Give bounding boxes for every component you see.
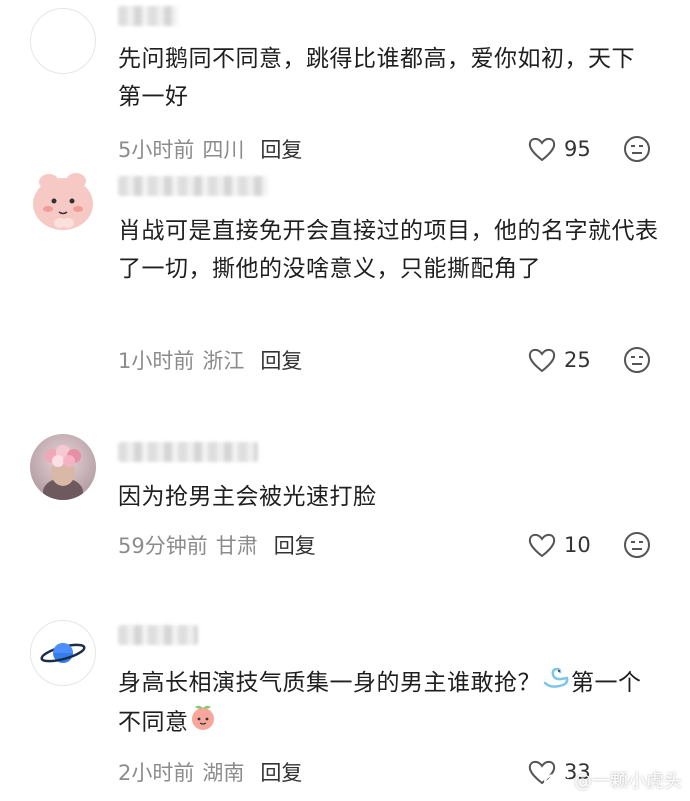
comment-meta: 1小时前 浙江 回复 <box>118 345 302 375</box>
comment-location: 浙江 <box>202 349 245 373</box>
watermark-text: @一颗小虎头 <box>574 771 682 792</box>
reply-button[interactable]: 回复 <box>260 345 302 375</box>
username-blurred[interactable] <box>118 176 268 196</box>
comment-meta: 2小时前 湖南 回复 <box>118 757 302 787</box>
like-button[interactable]: 25 <box>528 345 591 375</box>
pink-character-avatar-icon[interactable] <box>30 168 96 234</box>
comment-time: 2小时前 <box>118 761 195 785</box>
comment-text: 因为抢男主会被光速打脸 <box>118 484 377 510</box>
peach-emoji-icon <box>189 703 217 743</box>
planet-icon <box>40 643 86 663</box>
heart-icon <box>528 533 556 558</box>
comment-time: 5小时前 <box>118 138 195 162</box>
photo-avatar-icon[interactable] <box>30 434 96 500</box>
dislike-face-icon[interactable] <box>623 346 651 374</box>
like-button[interactable]: 95 <box>528 134 591 164</box>
comment-text: 肖战可是直接免开会直接过的项目，他的名字就代表了一切，撕他的没啥意义，只能撕配角… <box>118 218 659 282</box>
weibo-logo-icon <box>544 770 569 790</box>
comment-text-part: 身高长相演技气质集一身的男主谁敢抢？ <box>118 670 541 696</box>
heart-icon <box>528 137 556 162</box>
like-button[interactable]: 10 <box>528 530 591 560</box>
like-count: 10 <box>564 533 591 557</box>
comment-location: 甘肃 <box>215 534 258 558</box>
username-blurred[interactable] <box>118 625 198 645</box>
blank-avatar-icon[interactable] <box>30 8 96 74</box>
comment-time: 1小时前 <box>118 349 195 373</box>
photo-avatar-image <box>30 434 96 500</box>
comment-meta: 59分钟前 甘肃 回复 <box>118 530 316 560</box>
dislike-face-icon[interactable] <box>623 135 651 163</box>
planet-avatar-icon[interactable] <box>30 620 96 686</box>
comment-location: 湖南 <box>202 761 245 785</box>
username-blurred[interactable] <box>118 6 178 26</box>
swan-emoji-icon <box>541 665 571 703</box>
reply-button[interactable]: 回复 <box>274 530 316 560</box>
comment-location: 四川 <box>202 138 245 162</box>
comment-time: 59分钟前 <box>118 534 208 558</box>
reply-button[interactable]: 回复 <box>260 134 302 164</box>
username-blurred[interactable] <box>118 442 258 462</box>
comment-text: 先问鹅同不同意，跳得比谁都高，爱你如初，天下第一好 <box>118 46 635 110</box>
dislike-face-icon[interactable] <box>623 531 651 559</box>
pink-character-icon <box>30 168 96 234</box>
reply-button[interactable]: 回复 <box>260 757 302 787</box>
heart-icon <box>528 348 556 373</box>
like-count: 95 <box>564 137 591 161</box>
comment-meta: 5小时前 四川 回复 <box>118 134 302 164</box>
like-count: 25 <box>564 348 591 372</box>
comment-text: 身高长相演技气质集一身的男主谁敢抢？ 第一个不同意 <box>118 664 658 743</box>
watermark: @一颗小虎头 <box>544 767 682 793</box>
